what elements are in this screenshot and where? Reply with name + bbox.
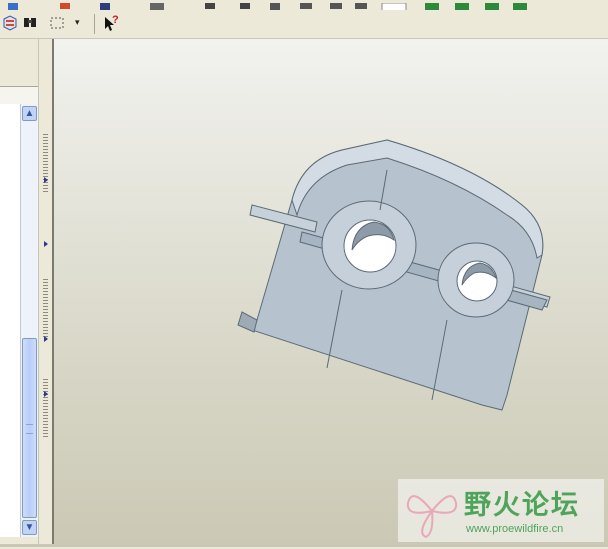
splitter-arrow[interactable] [44, 177, 48, 183]
butterfly-logo-icon [406, 495, 458, 539]
watermark-url: www.proewildfire.cn [466, 523, 564, 535]
splitter-arrow[interactable] [44, 241, 48, 247]
whats-this-icon[interactable]: ? [104, 14, 122, 34]
top-toolbar-strip [0, 0, 608, 13]
scroll-thumb[interactable] [22, 338, 37, 518]
gearbox-model[interactable] [54, 39, 608, 544]
model-tree-header [0, 86, 38, 105]
model-tree[interactable] [0, 104, 21, 537]
find-icon[interactable] [22, 15, 38, 31]
splitter-grip [43, 279, 48, 339]
panel-splitter[interactable] [38, 39, 53, 547]
scroll-down-button[interactable]: ▼ [22, 520, 37, 535]
watermark: 野火论坛 www.proewildfire.cn [398, 479, 604, 542]
question-mark: ? [112, 14, 119, 26]
graphics-viewport[interactable] [52, 39, 608, 544]
thumb-grip [26, 424, 33, 434]
datum-axis-icon[interactable] [2, 15, 18, 31]
splitter-arrow[interactable] [44, 391, 48, 397]
select-box-icon[interactable] [49, 15, 65, 31]
splitter-grip [43, 379, 48, 439]
toolbar-separator [94, 14, 95, 34]
toolbar: ▾ ? [0, 10, 608, 39]
scroll-up-button[interactable]: ▲ [22, 106, 37, 121]
splitter-grip [43, 134, 48, 194]
watermark-title: 野火论坛 [464, 490, 580, 521]
dropdown-icon[interactable]: ▾ [75, 17, 80, 28]
model-tree-scrollbar[interactable]: ▲ ▼ [20, 104, 38, 537]
splitter-arrow[interactable] [44, 336, 48, 342]
